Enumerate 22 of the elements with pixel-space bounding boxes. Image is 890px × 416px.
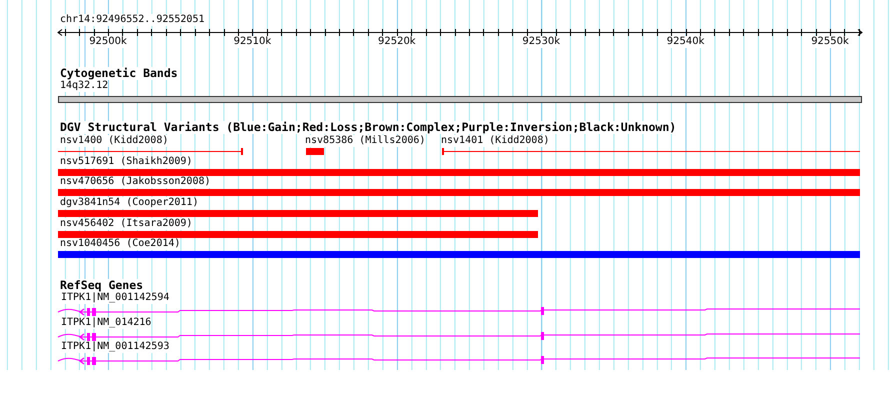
ruler-tick-label: 92550k: [811, 36, 849, 48]
ruler-tick-label: 92510k: [234, 36, 272, 48]
track-title: RefSeq Genes: [60, 279, 144, 292]
track-title: Cytogenetic Bands: [60, 67, 178, 80]
variant-label: nsv456402 (Itsara2009): [60, 218, 192, 230]
gene-label: ITPK1|NM_014216: [61, 316, 152, 328]
ruler-tick-label: 92540k: [666, 36, 704, 48]
track-title: DGV Structural Variants (Blue:Gain;Red:Loss;Brown:Complex;Purple:Inversion;Black:Unknown): [60, 121, 676, 134]
ruler-tick-label: 92500k: [89, 36, 127, 48]
variant-label: nsv1401 (Kidd2008): [441, 135, 550, 147]
band-label: 14q32.12: [60, 80, 108, 92]
variant-label: dgv3841n54 (Cooper2011): [60, 197, 198, 210]
ruler-tick-label: 92530k: [522, 36, 560, 48]
gene-label: ITPK1|NM_001142593: [61, 341, 170, 353]
variant-label: nsv470656 (Jakobsson2008): [60, 176, 211, 188]
variant-label: nsv1400 (Kidd2008): [60, 135, 168, 147]
gene-label: ITPK1|NM_001142594: [61, 292, 170, 304]
locus-label: chr14:92496552..92552051: [60, 14, 204, 26]
variant-label: nsv517691 (Shaikh2009): [60, 156, 192, 168]
ruler-tick-label: 92520k: [378, 36, 416, 48]
variant-label: nsv85386 (Mills2006): [305, 135, 426, 147]
variant-label: nsv1040456 (Coe2014): [60, 238, 180, 250]
